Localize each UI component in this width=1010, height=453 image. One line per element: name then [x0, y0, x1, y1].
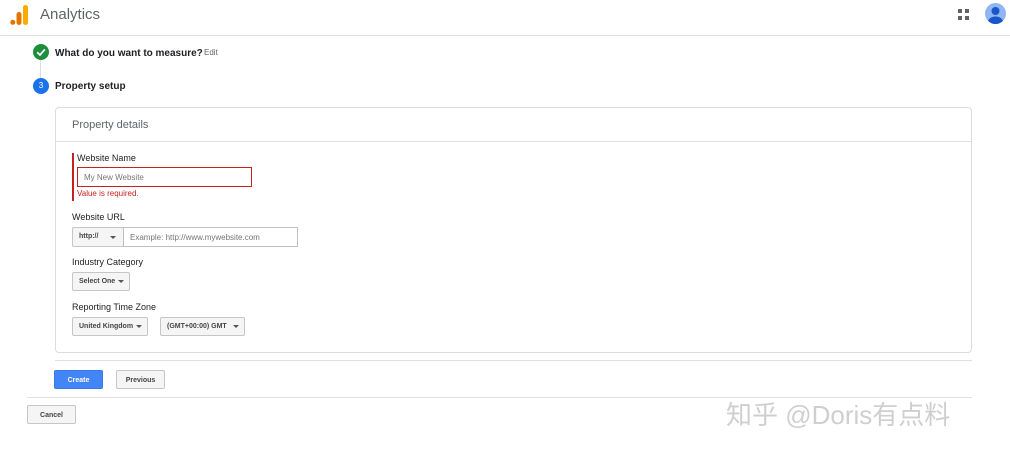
time-zone-dropdown[interactable]: (GMT+00:00) GMT	[160, 317, 245, 336]
protocol-dropdown[interactable]: http://	[72, 227, 124, 247]
check-icon	[33, 44, 49, 60]
website-url-label: Website URL	[72, 212, 125, 222]
time-zone-country-dropdown[interactable]: United Kingdom	[72, 317, 148, 336]
industry-category-label: Industry Category	[72, 257, 144, 267]
chevron-down-icon	[118, 280, 124, 283]
card-title: Property details	[72, 119, 149, 131]
apps-grid-icon[interactable]	[957, 8, 970, 21]
user-avatar-icon[interactable]	[985, 3, 1006, 24]
website-url-input[interactable]	[123, 227, 298, 247]
property-details-card: Property details Website Name Value is r…	[55, 107, 972, 353]
protocol-value: http://	[79, 233, 99, 240]
app-title: Analytics	[40, 6, 101, 23]
cancel-button[interactable]: Cancel	[27, 405, 76, 424]
time-zone-country-value: United Kingdom	[79, 323, 134, 330]
create-button[interactable]: Create	[54, 370, 103, 389]
time-zone-value: (GMT+00:00) GMT	[167, 323, 227, 330]
step-property-setup-label: Property setup	[55, 81, 126, 92]
app-header: Analytics	[0, 0, 1010, 36]
chevron-down-icon	[136, 325, 142, 328]
watermark: 知乎 @Doris有点料	[726, 400, 951, 430]
industry-category-dropdown[interactable]: Select One	[72, 272, 130, 291]
step-connector	[40, 60, 41, 78]
chevron-down-icon	[233, 325, 239, 328]
step-number-badge: 3	[33, 78, 49, 94]
time-zone-label: Reporting Time Zone	[72, 302, 157, 312]
industry-category-value: Select One	[79, 278, 116, 285]
divider	[55, 360, 972, 361]
website-name-input[interactable]	[77, 167, 252, 187]
previous-button[interactable]: Previous	[116, 370, 165, 389]
chevron-down-icon	[110, 236, 116, 239]
edit-link[interactable]: Edit	[204, 48, 218, 57]
error-indicator-bar	[72, 153, 74, 201]
step-measure-label: What do you want to measure?	[55, 48, 203, 59]
analytics-logo-icon[interactable]	[10, 4, 30, 26]
website-name-label: Website Name	[77, 153, 136, 163]
card-header: Property details	[56, 108, 971, 142]
website-name-error: Value is required.	[77, 189, 139, 198]
